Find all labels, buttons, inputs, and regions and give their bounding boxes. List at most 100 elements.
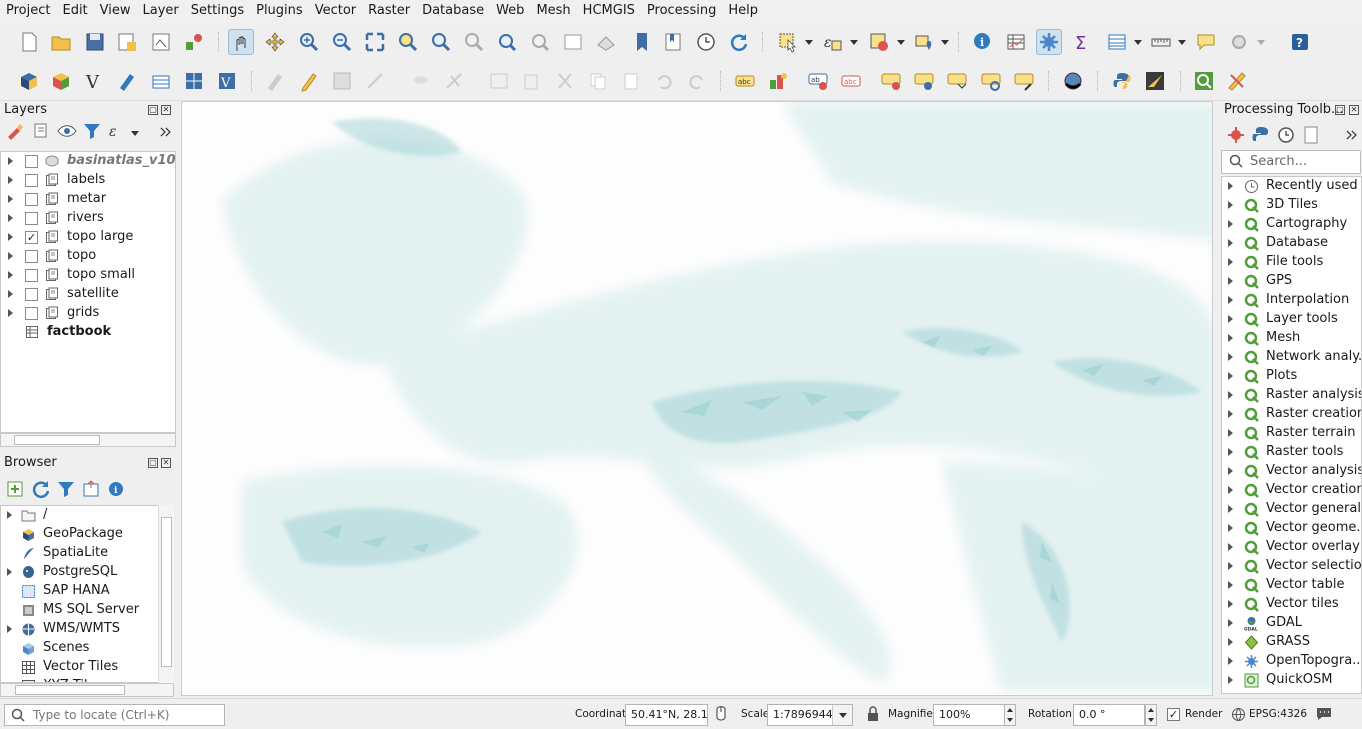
processing-group[interactable]: Database — [1222, 234, 1361, 253]
layer-row[interactable]: basinatlas_v10_lev — [1, 152, 175, 171]
expand-arrow-icon[interactable] — [1228, 524, 1233, 532]
expand-arrow-icon[interactable] — [1228, 676, 1233, 684]
menu-vector[interactable]: Vector — [309, 0, 362, 22]
expand-arrow-icon[interactable] — [1228, 353, 1233, 361]
close-panel-icon[interactable]: ✕ — [1349, 105, 1359, 115]
processing-group[interactable]: Vector overlay — [1222, 538, 1361, 557]
layer-row[interactable]: grids — [1, 304, 175, 323]
add-polygon-icon[interactable] — [408, 68, 434, 94]
lock-icon[interactable] — [866, 706, 880, 722]
processing-group[interactable]: Vector table — [1222, 576, 1361, 595]
statistical-summary-icon[interactable]: Σ — [1069, 29, 1095, 55]
save-as-icon[interactable] — [114, 29, 140, 55]
browser-item[interactable]: WMS/WMTS — [1, 620, 159, 639]
render-checkbox[interactable]: ✓ — [1167, 708, 1180, 721]
add-delimited-text-icon[interactable] — [148, 68, 174, 94]
expand-arrow-icon[interactable] — [8, 195, 13, 203]
expand-arrow-icon[interactable] — [7, 568, 12, 576]
magnifier-spinner[interactable] — [1004, 704, 1016, 726]
zoom-last-icon[interactable] — [494, 29, 520, 55]
expand-arrow-icon[interactable] — [1228, 429, 1233, 437]
deselect-features-icon[interactable] — [866, 29, 892, 55]
processing-group[interactable]: GRASS — [1222, 633, 1361, 652]
expand-arrow-icon[interactable] — [8, 157, 13, 165]
add-vector-layer-icon[interactable]: V — [214, 68, 240, 94]
preview-labels-icon[interactable] — [911, 68, 937, 94]
browser-horizontal-scrollbar[interactable] — [0, 683, 174, 697]
expand-arrow-icon[interactable] — [1228, 638, 1233, 646]
manage-visibility-icon[interactable] — [56, 120, 78, 142]
redo-icon[interactable] — [684, 68, 710, 94]
identify-features-icon[interactable]: i — [970, 29, 996, 55]
label-toolbar-icon[interactable]: abc — [732, 68, 758, 94]
processing-group[interactable]: Cartography — [1222, 215, 1361, 234]
pan-map-icon[interactable] — [228, 29, 254, 55]
save-layer-edits-icon[interactable] — [329, 68, 355, 94]
browser-item[interactable]: GeoPackage — [1, 525, 159, 544]
crs-globe-icon[interactable] — [1231, 707, 1246, 722]
new-shapefile-layer-icon[interactable] — [48, 68, 74, 94]
diagram-icon[interactable] — [765, 68, 791, 94]
expand-arrow-icon[interactable] — [8, 309, 13, 317]
zoom-to-layer-icon[interactable] — [428, 29, 454, 55]
expand-arrow-icon[interactable] — [1228, 182, 1233, 190]
layer-visibility-checkbox[interactable] — [25, 307, 38, 320]
new-bookmark-icon[interactable] — [629, 29, 655, 55]
cut-features-icon[interactable] — [552, 68, 578, 94]
expand-arrow-icon[interactable] — [8, 252, 13, 260]
new-3d-map-view-icon[interactable] — [593, 29, 619, 55]
temporal-controller-icon[interactable] — [693, 29, 719, 55]
expand-arrow-icon[interactable] — [8, 176, 13, 184]
float-panel-icon[interactable]: ▢ — [148, 105, 158, 115]
expand-arrow-icon[interactable] — [1228, 448, 1233, 456]
browser-item[interactable]: SAP HANA — [1, 582, 159, 601]
layer-row[interactable]: topo small — [1, 266, 175, 285]
processing-group[interactable]: Vector analysis — [1222, 462, 1361, 481]
messages-icon[interactable] — [1315, 705, 1333, 723]
measure-plugin-icon[interactable] — [1224, 68, 1250, 94]
processing-group[interactable]: Raster creation — [1222, 405, 1361, 424]
menu-mesh[interactable]: Mesh — [530, 0, 576, 22]
menu-raster[interactable]: Raster — [362, 0, 416, 22]
processing-group[interactable]: Interpolation — [1222, 291, 1361, 310]
browser-item[interactable]: MS SQL Server — [1, 601, 159, 620]
layer-visibility-checkbox[interactable] — [25, 174, 38, 187]
zoom-next-icon[interactable] — [527, 29, 553, 55]
expand-arrow-icon[interactable] — [1228, 581, 1233, 589]
toggle-editing-icon[interactable] — [296, 68, 322, 94]
save-project-icon[interactable] — [82, 29, 108, 55]
help-icon[interactable]: ? — [1287, 29, 1313, 55]
menu-plugins[interactable]: Plugins — [250, 0, 309, 22]
processing-group[interactable]: Raster tools — [1222, 443, 1361, 462]
menu-help[interactable]: Help — [722, 0, 764, 22]
plugin-action-icon[interactable] — [1142, 68, 1168, 94]
expand-arrow-icon[interactable] — [1228, 410, 1233, 418]
show-hide-labels-icon[interactable] — [878, 68, 904, 94]
processing-group[interactable]: Vector selection — [1222, 557, 1361, 576]
menu-hcmgis[interactable]: HCMGIS — [577, 0, 641, 22]
processing-group[interactable]: QuickOSM — [1222, 671, 1361, 690]
browser-item[interactable]: Vector Tiles — [1, 658, 159, 677]
processing-group[interactable]: GDAL GDAL — [1222, 614, 1361, 633]
close-panel-icon[interactable]: ✕ — [161, 105, 171, 115]
expand-arrow-icon[interactable] — [1228, 543, 1233, 551]
expand-arrow-icon[interactable] — [1228, 657, 1233, 665]
python-console-icon[interactable] — [1109, 68, 1135, 94]
new-geopackage-layer-icon[interactable] — [16, 68, 42, 94]
rotation-spinner[interactable] — [1145, 704, 1157, 726]
menu-database[interactable]: Database — [416, 0, 490, 22]
open-project-icon[interactable] — [48, 29, 74, 55]
expand-arrow-icon[interactable] — [8, 214, 13, 222]
pin-labels-icon[interactable]: ab — [805, 68, 831, 94]
layer-row[interactable]: satellite — [1, 285, 175, 304]
new-project-icon[interactable] — [16, 29, 42, 55]
expand-arrow-icon[interactable] — [8, 233, 13, 241]
layer-row[interactable]: rivers — [1, 209, 175, 228]
vertex-tool-icon[interactable] — [441, 68, 467, 94]
processing-search-input[interactable]: Search... — [1221, 150, 1361, 174]
processing-group[interactable]: Recently used — [1222, 177, 1361, 196]
measure-line-icon[interactable] — [1148, 29, 1174, 55]
layer-visibility-checkbox[interactable] — [25, 212, 38, 225]
processing-group[interactable]: Vector geome... — [1222, 519, 1361, 538]
processing-group[interactable]: Mesh — [1222, 329, 1361, 348]
